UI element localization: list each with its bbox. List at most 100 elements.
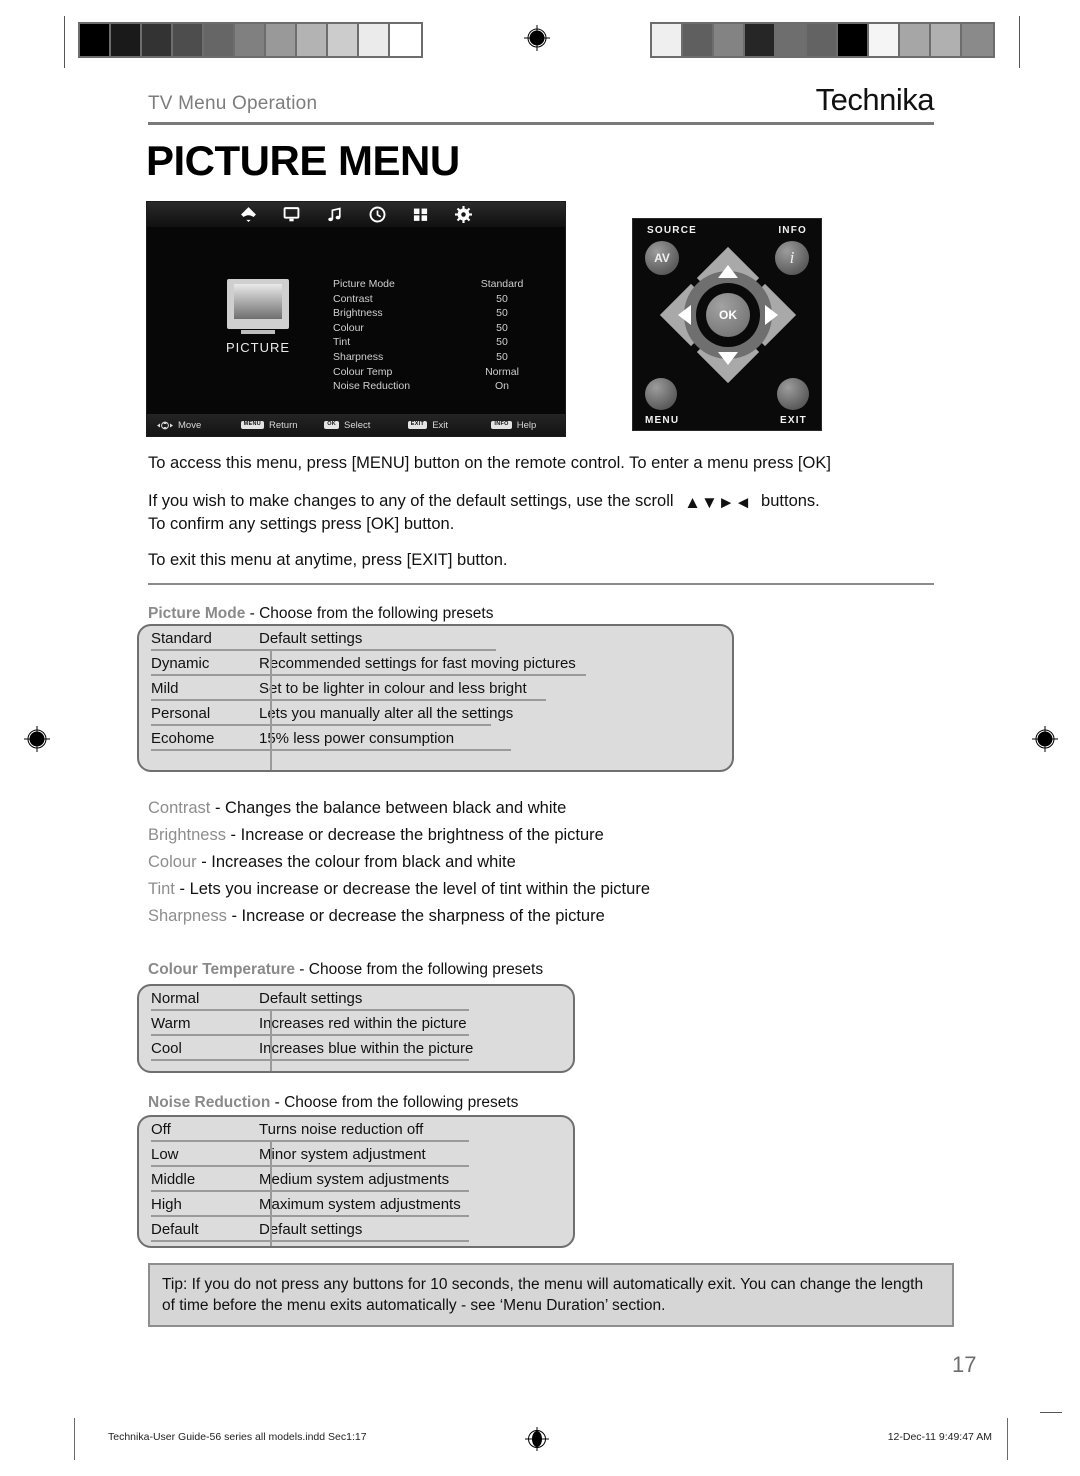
osd-setting-row[interactable]: Contrast 50: [333, 292, 543, 307]
osd-setting-row[interactable]: Sharpness 50: [333, 350, 543, 365]
scroll-arrow-glyph: ▲: [684, 493, 701, 512]
osd-status-item: EXIT Exit: [398, 420, 482, 431]
intro-line-4: To exit this menu at anytime, press [EXI…: [148, 551, 508, 569]
picture-mode-heading: Picture Mode - Choose from the following…: [148, 605, 493, 623]
preset-name: Cool: [151, 1040, 182, 1057]
term-line: Colour - Increases the colour from black…: [148, 853, 516, 872]
osd-setting-row[interactable]: Tint 50: [333, 335, 543, 350]
osd-status-label: Move: [178, 419, 202, 431]
column-divider: [270, 1142, 272, 1246]
osd-status-item: INFO Help: [481, 420, 565, 431]
screen-icon: [283, 206, 300, 223]
arrow-down-icon: [718, 352, 738, 365]
footer-timestamp: 12-Dec-11 9:49:47 AM: [887, 1431, 992, 1443]
step-wedge-patch: [111, 24, 142, 56]
step-wedge-patch: [900, 24, 931, 56]
preset-name: Off: [151, 1121, 171, 1138]
row-divider: [151, 1240, 469, 1242]
preset-description: 15% less power consumption: [259, 730, 455, 747]
setup-icon: [455, 206, 472, 223]
osd-status-label: Exit: [432, 419, 449, 431]
table-row: Mild Set to be lighter in colour and less…: [139, 676, 732, 701]
osd-setting-row[interactable]: Brightness 50: [333, 306, 543, 321]
osd-status-label: Return: [269, 419, 298, 431]
registration-mark-right: [1032, 726, 1058, 752]
scroll-arrow-glyph: ◄: [734, 493, 752, 512]
osd-setting-row[interactable]: Colour Temp Normal: [333, 365, 543, 380]
noise-reduction-heading-rest: - Choose from the following presets: [270, 1094, 519, 1111]
step-wedge-patch: [776, 24, 807, 56]
dpad[interactable]: OK: [659, 246, 797, 384]
page-number: 17: [952, 1352, 977, 1377]
osd-setting-value: 50: [496, 350, 508, 363]
menu-button[interactable]: [645, 378, 677, 410]
arrow-right-icon: [765, 305, 778, 325]
osd-status-label: Help: [516, 419, 537, 431]
picture-mode-term: Picture Mode: [148, 605, 246, 622]
preset-name: Ecohome: [151, 730, 215, 747]
exit-button[interactable]: [777, 378, 809, 410]
print-footer: Technika-User Guide-56 series all models…: [74, 1418, 1008, 1460]
step-wedge-patch: [328, 24, 359, 56]
osd-setting-value: On: [494, 380, 509, 393]
osd-setting-label: Contrast: [333, 292, 373, 305]
step-wedge-patch: [838, 24, 869, 56]
noise-reduction-heading: Noise Reduction - Choose from the follow…: [148, 1094, 518, 1112]
scroll-arrow-glyph: ▼: [700, 493, 718, 512]
scroll-arrow-glyph: ►: [717, 493, 735, 512]
term-line: Brightness - Increase or decrease the br…: [148, 826, 604, 845]
tip-text: Tip: If you do not press any buttons for…: [162, 1276, 924, 1315]
osd-status-label: Select: [344, 419, 371, 431]
table-row: Cool Increases blue within the picture: [139, 1036, 573, 1061]
table-row: Standard Default settings: [139, 626, 732, 651]
step-wedge-patch: [931, 24, 962, 56]
page-header: TV Menu Operation Technika: [148, 84, 935, 125]
term-label: Brightness: [148, 826, 226, 844]
step-wedge-patch: [714, 24, 745, 56]
preset-name: Default: [151, 1221, 199, 1238]
osd-category-label: PICTURE: [225, 340, 291, 355]
crop-line-left: [64, 16, 65, 68]
table-row: Low Minor system adjustment: [139, 1142, 573, 1167]
step-wedge-patch: [652, 24, 683, 56]
term-label: Contrast: [148, 799, 211, 817]
term-label: Sharpness: [148, 907, 227, 925]
osd-setting-row[interactable]: Picture Mode Standard: [333, 277, 543, 292]
intro-line-3: To confirm any settings press [OK] butto…: [148, 515, 455, 533]
column-divider: [270, 651, 272, 770]
intro-line-1: To access this menu, press [MENU] button…: [148, 454, 831, 472]
ok-button-label: OK: [719, 308, 737, 322]
footer-filename: Technika-User Guide-56 series all models…: [108, 1431, 367, 1443]
osd-setting-label: Picture Mode: [333, 278, 395, 290]
term-desc: - Lets you increase or decrease the leve…: [174, 880, 650, 898]
section-title: TV Menu Operation: [148, 93, 318, 114]
osd-screenshot: PICTURE Picture Mode Standard Contrast 50 Br…: [146, 201, 566, 437]
preset-name: High: [151, 1196, 182, 1213]
ok-button[interactable]: OK: [706, 293, 750, 337]
term-line: Tint - Lets you increase or decrease the…: [148, 880, 650, 899]
preset-description: Default settings: [259, 1221, 363, 1238]
term-label: Tint: [148, 880, 175, 898]
remote-menu-label: MENU: [645, 415, 680, 426]
header-divider: [148, 122, 934, 125]
crop-line-right: [1019, 16, 1020, 68]
scroll-arrows-icon: ▲ ▼ ► ◄: [684, 492, 752, 515]
term-desc: - Changes the balance between black and …: [210, 799, 567, 817]
remote-source-label: SOURCE: [647, 225, 697, 236]
remote-info-label: INFO: [778, 225, 807, 236]
step-wedge-patch: [142, 24, 173, 56]
osd-setting-row[interactable]: Colour 50: [333, 321, 543, 336]
osd-setting-row[interactable]: Noise Reduction On: [333, 379, 543, 394]
preset-description: Increases blue within the picture: [259, 1040, 474, 1057]
step-wedge-patch: [266, 24, 297, 56]
intro-line-2-text: If you wish to make changes to any of th…: [148, 492, 674, 510]
content-divider: [148, 583, 934, 585]
picture-icon: [240, 206, 257, 223]
noise-reduction-table: Off Turns noise reduction off Low Minor sys…: [137, 1115, 575, 1248]
step-wedge-patch: [962, 24, 993, 56]
table-row: Off Turns noise reduction off: [139, 1117, 573, 1142]
colour-temperature-heading-rest: - Choose from the following presets: [295, 961, 544, 978]
step-wedge-patch: [297, 24, 328, 56]
table-row: Default Default settings: [139, 1217, 573, 1242]
preset-name: Mild: [151, 680, 179, 697]
